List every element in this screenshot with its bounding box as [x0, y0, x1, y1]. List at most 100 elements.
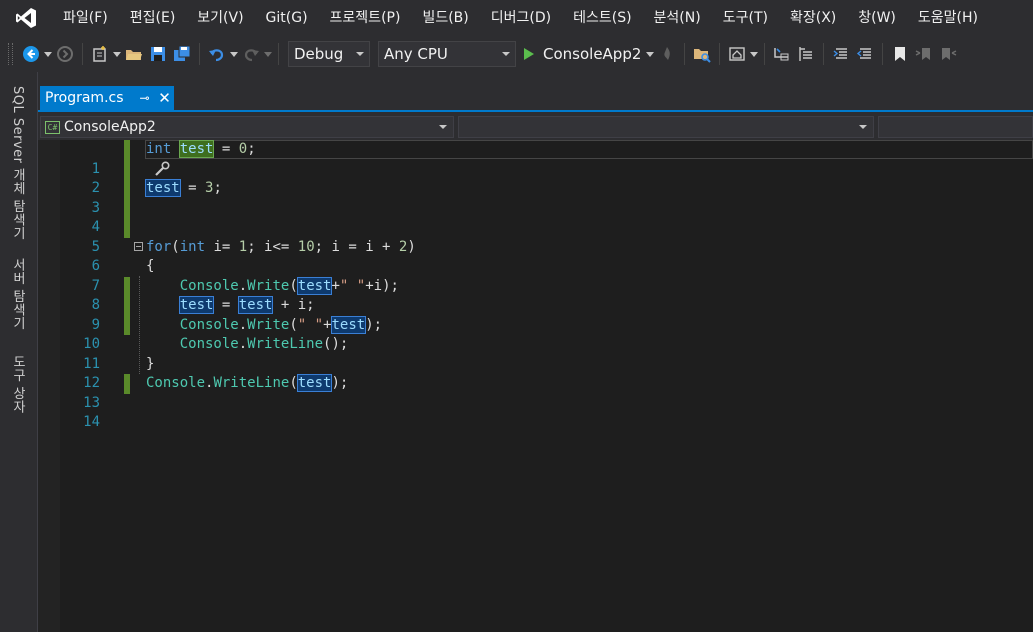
visual-studio-logo-icon[interactable]	[0, 0, 52, 36]
uncomment-lines-icon[interactable]	[854, 43, 876, 65]
standard-toolbar: Debug Any CPU ConsoleApp2	[0, 36, 1033, 72]
close-icon[interactable]: ✕	[158, 89, 172, 107]
tab-program-cs[interactable]: Program.cs ⊸ ✕	[40, 86, 174, 110]
code-text: {	[146, 258, 155, 274]
chevron-down-icon[interactable]	[43, 43, 53, 65]
code-text: Console.Write(test+" "+i);	[179, 276, 399, 295]
project-dropdown[interactable]: C# ConsoleApp2	[40, 116, 454, 138]
next-bookmark-icon[interactable]	[937, 43, 959, 65]
bookmark-icon[interactable]	[889, 43, 911, 65]
start-debugging-button[interactable]: ConsoleApp2	[520, 41, 645, 67]
pin-icon[interactable]: ⊸	[138, 91, 152, 105]
side-tab-server-explorer[interactable]: 서버 탐색기	[8, 258, 27, 330]
current-line-highlight	[145, 140, 1033, 159]
menu-git[interactable]: Git(G)	[255, 0, 319, 36]
toolbar-separator	[719, 43, 721, 65]
menu-extensions[interactable]: 확장(X)	[779, 0, 847, 36]
menu-project[interactable]: 프로젝트(P)	[319, 0, 412, 36]
code-line: 14	[38, 394, 1033, 430]
code-line: 2	[38, 159, 1033, 196]
change-marker	[124, 374, 130, 394]
code-text: Console.WriteLine();	[179, 336, 349, 352]
code-editor[interactable]: 1 int test = 0; 2 3 test = 3; 4 5 6 for(…	[38, 140, 1033, 632]
chevron-down-icon[interactable]	[112, 43, 122, 65]
toolbar-separator	[199, 43, 200, 65]
change-marker	[124, 296, 130, 316]
line-number: 14	[83, 414, 100, 430]
chevron-down-icon	[859, 125, 867, 129]
change-marker	[124, 179, 130, 199]
change-marker	[124, 315, 130, 335]
menu-edit[interactable]: 편집(E)	[119, 0, 187, 36]
find-in-files-icon[interactable]	[691, 43, 713, 65]
code-text: test = 3;	[145, 179, 222, 197]
csharp-project-icon: C#	[45, 120, 60, 134]
comment-lines-icon[interactable]	[830, 43, 852, 65]
menu-tools[interactable]: 도구(T)	[712, 0, 779, 36]
new-project-icon[interactable]	[89, 43, 111, 65]
code-text: int test = 0;	[146, 140, 256, 158]
code-line: 3 test = 3;	[38, 179, 1033, 216]
change-marker	[124, 276, 130, 296]
code-line: 10 Console.Write(" "+test);	[38, 315, 1033, 352]
chevron-down-icon	[502, 52, 510, 56]
chevron-down-icon[interactable]	[229, 43, 239, 65]
solution-explorer-home-icon[interactable]	[726, 43, 748, 65]
code-line: 9 test = test + i;	[38, 296, 1033, 333]
save-icon[interactable]	[147, 43, 169, 65]
navigation-bar: C# ConsoleApp2	[38, 112, 1033, 140]
navigate-back-icon[interactable]	[20, 43, 42, 65]
code-line: 11 Console.WriteLine();	[38, 335, 1033, 372]
menu-build[interactable]: 빌드(B)	[411, 0, 479, 36]
chevron-down-icon[interactable]	[645, 43, 655, 65]
step-into-icon[interactable]	[771, 43, 793, 65]
code-line: 13 Console.WriteLine(test);	[38, 374, 1033, 411]
solution-configuration-dropdown[interactable]: Debug	[288, 41, 370, 67]
code-line: 7 {	[38, 257, 1033, 294]
open-folder-icon[interactable]	[123, 43, 145, 65]
toolbar-separator	[882, 43, 884, 65]
chevron-down-icon[interactable]	[749, 43, 759, 65]
toolbar-separator	[823, 43, 825, 65]
menu-analyze[interactable]: 분석(N)	[643, 0, 712, 36]
type-dropdown[interactable]	[458, 116, 874, 138]
change-marker	[124, 140, 130, 160]
change-marker	[124, 198, 130, 218]
code-text: }	[146, 355, 155, 372]
code-text: Console.WriteLine(test);	[146, 374, 349, 392]
play-icon	[524, 48, 534, 60]
chevron-down-icon	[439, 125, 447, 129]
menu-test[interactable]: 테스트(S)	[562, 0, 642, 36]
toolbar-separator	[278, 43, 279, 65]
collapse-region-icon[interactable]	[134, 241, 143, 251]
code-line: 4	[38, 198, 1033, 235]
code-line: 8 Console.Write(test+" "+i);	[38, 276, 1033, 313]
toolbar-separator	[82, 43, 83, 65]
outline-icon[interactable]	[795, 43, 817, 65]
menu-window[interactable]: 창(W)	[847, 0, 907, 36]
hot-reload-icon[interactable]	[656, 43, 678, 65]
previous-bookmark-icon[interactable]	[913, 43, 935, 65]
document-tab-well: Program.cs ⊸ ✕	[38, 72, 1033, 112]
side-tab-toolbox[interactable]: 도구 상자	[8, 355, 27, 414]
menu-help[interactable]: 도움말(H)	[907, 0, 989, 36]
solution-platform-dropdown[interactable]: Any CPU	[378, 41, 516, 67]
menu-file[interactable]: 파일(F)	[52, 0, 119, 36]
code-text: test = test + i;	[178, 296, 315, 314]
side-tab-sql-server-object-explorer[interactable]: SQL Server 개체 탐색기	[8, 86, 27, 240]
tab-title: Program.cs	[45, 90, 124, 106]
menu-view[interactable]: 보기(V)	[186, 0, 254, 36]
platform-value: Any CPU	[384, 45, 448, 63]
undo-icon[interactable]	[206, 43, 228, 65]
side-tool-strip: SQL Server 개체 탐색기 서버 탐색기 도구 상자	[0, 72, 38, 632]
menu-debug[interactable]: 디버그(D)	[480, 0, 562, 36]
code-line: 5	[38, 218, 1033, 255]
redo-icon[interactable]	[240, 43, 262, 65]
chevron-down-icon	[356, 52, 364, 56]
member-dropdown[interactable]	[878, 116, 1033, 138]
navigate-forward-icon[interactable]	[54, 43, 76, 65]
project-name: ConsoleApp2	[64, 119, 156, 135]
save-all-icon[interactable]	[171, 43, 193, 65]
toolbar-grip[interactable]	[8, 43, 13, 65]
chevron-down-icon[interactable]	[263, 43, 273, 65]
